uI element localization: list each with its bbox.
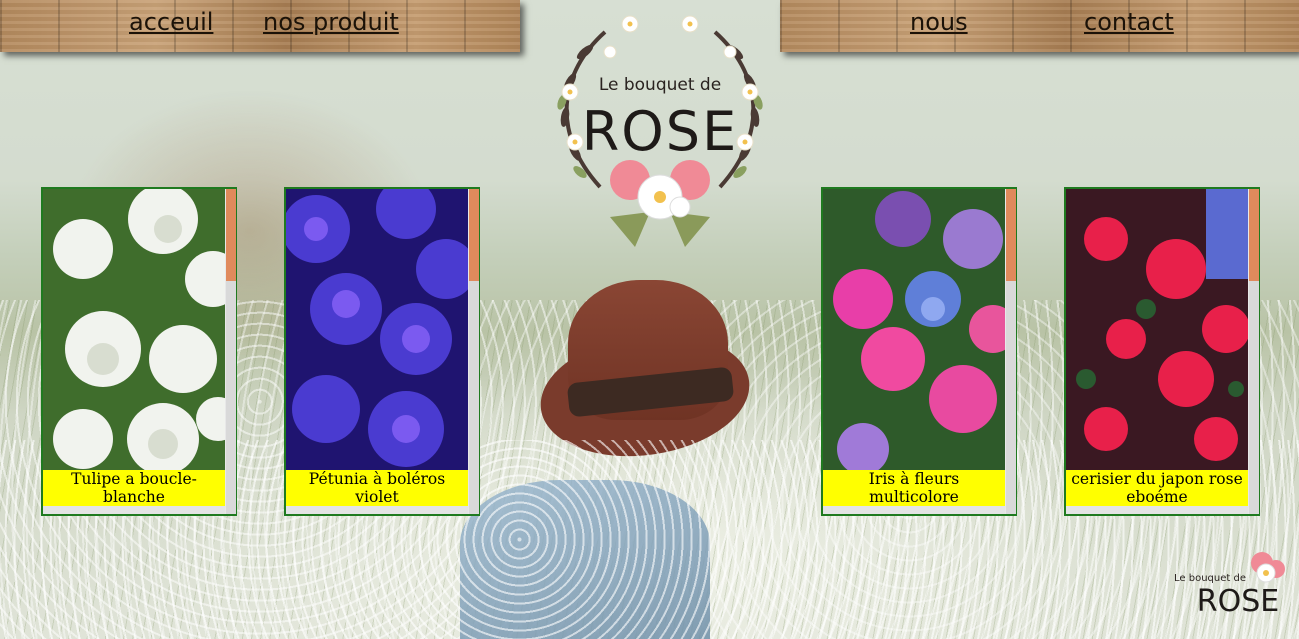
product-photo-multicolor-flowers xyxy=(823,189,1005,470)
product-caption: Tulipe a boucle-blanche xyxy=(43,470,225,506)
nav-link-accueil[interactable]: acceuil xyxy=(129,8,213,36)
footer-logo-tagline: Le bouquet de xyxy=(1174,573,1246,584)
logo-tagline: Le bouquet de xyxy=(599,75,721,95)
nav-link-produits[interactable]: nos produit xyxy=(263,8,399,36)
product-photo-red-blossoms xyxy=(1066,189,1248,470)
product-caption: Iris à fleurs multicolore xyxy=(823,470,1005,506)
card-bottom-strip xyxy=(43,506,225,514)
site-logo[interactable]: Le bouquet de ROSE xyxy=(540,12,780,262)
footer-logo-title: ROSE xyxy=(1197,584,1279,619)
logo-title: ROSE xyxy=(582,100,738,163)
nav-bar-left: acceuil nos produit xyxy=(0,0,520,52)
product-photo-white-flowers xyxy=(43,189,225,470)
product-card[interactable]: Iris à fleurs multicolore xyxy=(821,187,1017,516)
card-scrollbar-track[interactable] xyxy=(1006,281,1016,514)
card-scrollbar-track[interactable] xyxy=(226,281,236,514)
product-card[interactable]: cerisier du japon rose eboéme xyxy=(1064,187,1260,516)
wreath-icon: Le bouquet de ROSE xyxy=(557,15,763,247)
card-scrollbar-thumb[interactable] xyxy=(1006,189,1016,281)
card-scrollbar-track[interactable] xyxy=(469,281,479,514)
card-bottom-strip xyxy=(823,506,1005,514)
nav-link-nous[interactable]: nous xyxy=(910,8,968,36)
product-card[interactable]: Tulipe a boucle-blanche xyxy=(41,187,237,516)
product-caption: cerisier du japon rose eboéme xyxy=(1066,470,1248,506)
card-bottom-strip xyxy=(1066,506,1248,514)
card-bottom-strip xyxy=(286,506,468,514)
product-caption: Pétunia à boléros violet xyxy=(286,470,468,506)
footer-logo[interactable]: Le bouquet de ROSE xyxy=(1170,545,1295,620)
product-card[interactable]: Pétunia à boléros violet xyxy=(284,187,480,516)
card-scrollbar-thumb[interactable] xyxy=(226,189,236,281)
card-scrollbar-thumb[interactable] xyxy=(1249,189,1259,281)
card-scrollbar-thumb[interactable] xyxy=(469,189,479,281)
product-photo-purple-flowers xyxy=(286,189,468,470)
nav-link-contact[interactable]: contact xyxy=(1084,8,1174,36)
mini-flower-icon: Le bouquet de ROSE xyxy=(1174,552,1285,619)
card-scrollbar-track[interactable] xyxy=(1249,281,1259,514)
nav-bar-right: nous contact xyxy=(780,0,1299,52)
